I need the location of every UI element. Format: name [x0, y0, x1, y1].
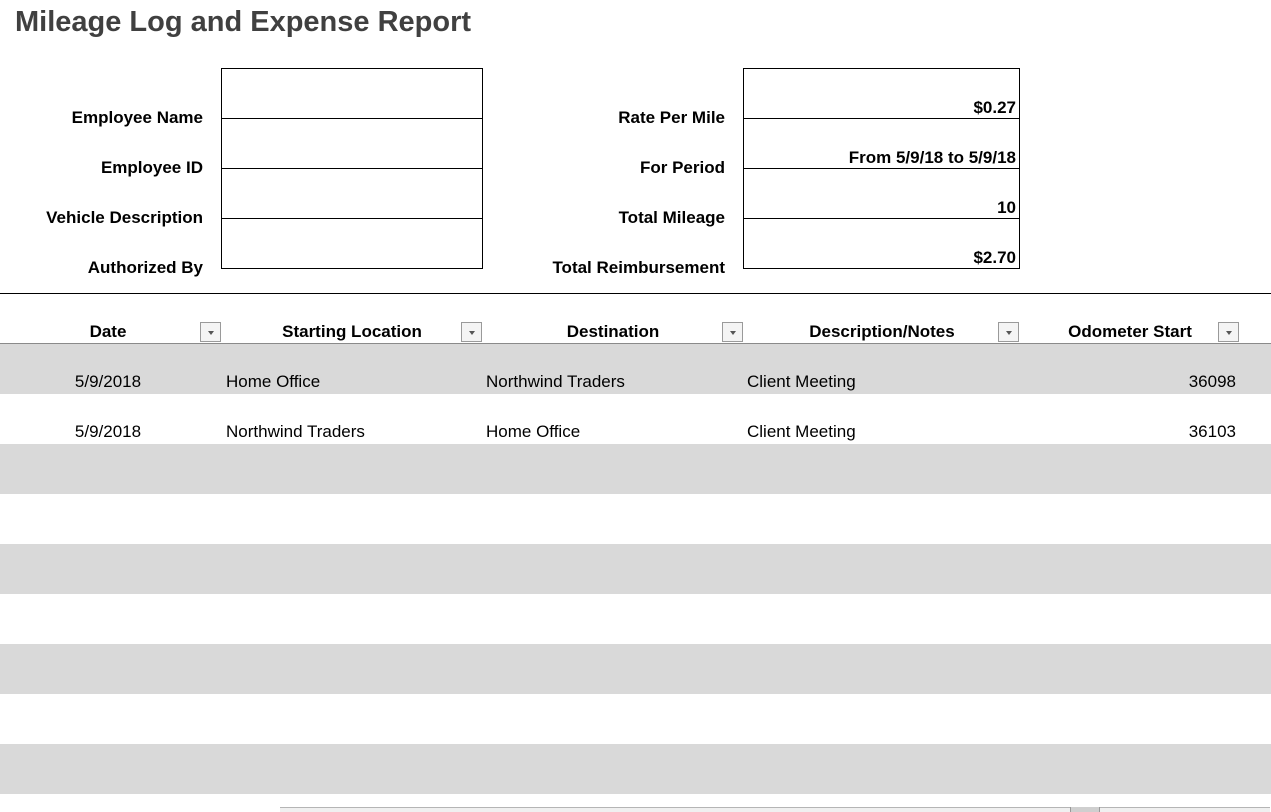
table-row[interactable]: 5/9/2018 Northwind Traders Home Office C…: [0, 394, 1271, 444]
table-row[interactable]: 5/9/2018 Home Office Northwind Traders C…: [0, 344, 1271, 394]
employee-id-field[interactable]: [222, 119, 482, 169]
authorized-by-label: Authorized By: [87, 258, 203, 277]
total-reimbursement-value[interactable]: $2.70: [744, 219, 1019, 269]
rate-per-mile-label: Rate Per Mile: [618, 108, 725, 127]
authorized-by-field[interactable]: [222, 219, 482, 269]
date-cell[interactable]: 5/9/2018: [0, 372, 216, 392]
employee-name-field[interactable]: [222, 69, 482, 119]
total-reimbursement-label: Total Reimbursement: [552, 258, 725, 277]
page-title: Mileage Log and Expense Report: [15, 6, 472, 38]
horizontal-scrollbar[interactable]: [280, 807, 1270, 812]
column-header-destination: Destination: [566, 322, 660, 341]
column-header-odometer-start: Odometer Start: [1068, 322, 1192, 341]
table-row[interactable]: [0, 694, 1271, 744]
vehicle-description-field[interactable]: [222, 169, 482, 219]
summary-box: $0.27 From 5/9/18 to 5/9/18 10 $2.70: [743, 68, 1020, 269]
starting-location-cell[interactable]: Northwind Traders: [226, 422, 365, 442]
column-header-description-notes: Description/Notes: [809, 322, 955, 341]
description-cell[interactable]: Client Meeting: [747, 422, 856, 442]
table-row[interactable]: [0, 644, 1271, 694]
employee-id-label: Employee ID: [100, 158, 203, 177]
rate-per-mile-value[interactable]: $0.27: [744, 69, 1019, 119]
table-row[interactable]: [0, 444, 1271, 494]
odometer-start-cell[interactable]: 36098: [1040, 372, 1236, 392]
destination-cell[interactable]: Home Office: [486, 422, 580, 442]
date-filter-dropdown-icon[interactable]: [200, 322, 221, 342]
section-divider: [0, 293, 1271, 294]
scrollbar-thumb[interactable]: [1070, 807, 1100, 812]
odometer-start-filter-dropdown-icon[interactable]: [1218, 322, 1239, 342]
employee-name-label: Employee Name: [71, 108, 203, 127]
total-mileage-label: Total Mileage: [618, 208, 725, 227]
employee-info-box: [221, 68, 483, 269]
column-header-date: Date: [89, 322, 127, 341]
description-cell[interactable]: Client Meeting: [747, 372, 856, 392]
total-mileage-value[interactable]: 10: [744, 169, 1019, 219]
table-row[interactable]: [0, 494, 1271, 544]
column-header-starting-location: Starting Location: [282, 322, 422, 341]
table-row[interactable]: [0, 544, 1271, 594]
table-row[interactable]: [0, 744, 1271, 794]
for-period-label: For Period: [639, 158, 725, 177]
starting-location-cell[interactable]: Home Office: [226, 372, 320, 392]
description-notes-filter-dropdown-icon[interactable]: [998, 322, 1019, 342]
odometer-start-cell[interactable]: 36103: [1040, 422, 1236, 442]
table-row[interactable]: [0, 594, 1271, 644]
starting-location-filter-dropdown-icon[interactable]: [461, 322, 482, 342]
destination-filter-dropdown-icon[interactable]: [722, 322, 743, 342]
date-cell[interactable]: 5/9/2018: [0, 422, 216, 442]
destination-cell[interactable]: Northwind Traders: [486, 372, 625, 392]
for-period-value[interactable]: From 5/9/18 to 5/9/18: [744, 119, 1019, 169]
vehicle-description-label: Vehicle Description: [46, 208, 203, 227]
